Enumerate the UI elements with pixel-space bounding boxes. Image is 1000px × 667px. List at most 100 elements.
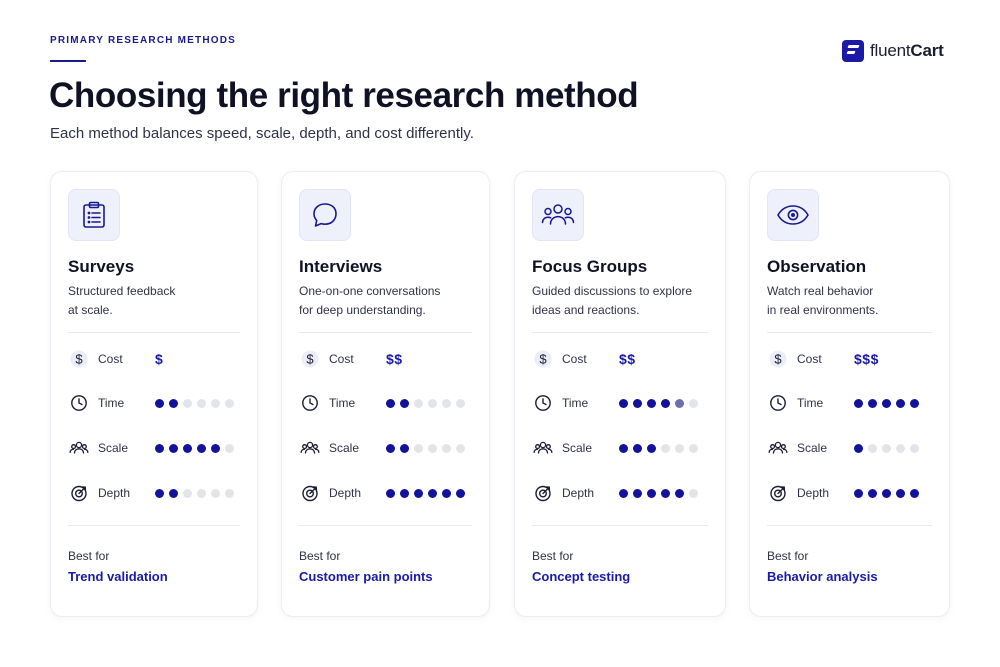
rating-dot-filled: [619, 443, 628, 453]
card-description-line: in real environments.: [767, 303, 879, 317]
metric-label: Scale: [329, 441, 360, 455]
best-for-label: Best for: [68, 549, 110, 563]
rating-dots: [155, 488, 234, 498]
metric-label: Depth: [562, 486, 595, 500]
svg-text:$: $: [539, 351, 547, 366]
rating-dot-filled: [868, 398, 877, 408]
best-for-label: Best for: [767, 549, 809, 563]
rating-dot-filled: [647, 488, 656, 498]
card-description-line: Watch real behavior: [767, 284, 874, 298]
rating-dots: [854, 443, 919, 453]
clipboard-icon: [68, 189, 120, 241]
divider: [299, 525, 472, 526]
rating-dot-filled: [661, 398, 670, 408]
rating-dots: [619, 443, 698, 453]
rating-dot-empty: [225, 488, 234, 498]
rating-dot-filled: [442, 488, 451, 498]
people-icon: [68, 437, 90, 459]
rating-dot-empty: [414, 443, 423, 453]
rating-dot-empty: [882, 443, 891, 453]
metric-label: Depth: [329, 486, 362, 500]
rating-dots: [619, 488, 698, 498]
brand-logo: fluentCart: [842, 40, 944, 62]
rating-dot-filled: [647, 443, 656, 453]
rating-dot-filled: [854, 443, 863, 453]
metric-label: Scale: [797, 441, 828, 455]
metric-label: Cost: [797, 352, 822, 366]
rating-dot-filled: [619, 398, 628, 408]
metric-scale: Scale: [767, 437, 919, 459]
rating-dot-filled: [386, 488, 395, 498]
rating-dot-empty: [675, 443, 684, 453]
clock-icon: [767, 392, 789, 414]
target-icon: [532, 482, 554, 504]
cost-value: $: [155, 351, 164, 367]
dollar-icon: $: [299, 348, 321, 370]
people-icon: [767, 437, 789, 459]
rating-dots: [619, 398, 698, 408]
rating-dot-filled: [854, 398, 863, 408]
rating-dot-empty: [910, 443, 919, 453]
rating-dot-filled: [647, 398, 656, 408]
rating-dot-empty: [414, 398, 423, 408]
rating-dot-filled: [169, 488, 178, 498]
divider: [532, 332, 708, 333]
rating-dot-filled: [197, 443, 206, 453]
rating-dots: [386, 488, 465, 498]
method-card-observation: Observation Watch real behavior in real …: [749, 171, 950, 617]
card-description: One-on-one conversations for deep unders…: [299, 282, 469, 320]
rating-dot-empty: [442, 443, 451, 453]
metric-scale: Scale: [299, 437, 465, 459]
metric-label: Time: [329, 396, 356, 410]
rating-dot-filled: [414, 488, 423, 498]
rating-dot-filled: [868, 488, 877, 498]
card-description-line: Structured feedback: [68, 284, 176, 298]
rating-dot-filled: [183, 443, 192, 453]
group-icon: [532, 189, 584, 241]
best-for-label: Best for: [532, 549, 574, 563]
rating-dot-filled: [400, 398, 409, 408]
rating-dots: [155, 398, 234, 408]
rating-dot-filled: [169, 398, 178, 408]
people-icon: [299, 437, 321, 459]
metric-label: Depth: [797, 486, 830, 500]
page-subtitle: Each method balances speed, scale, depth…: [50, 125, 474, 142]
metric-label: Scale: [98, 441, 129, 455]
metric-cost: $ Cost $$: [299, 348, 402, 370]
rating-dot-empty: [661, 443, 670, 453]
rating-dot-filled: [661, 488, 670, 498]
divider: [299, 332, 472, 333]
rating-dot-filled: [155, 443, 164, 453]
rating-dot-filled: [155, 398, 164, 408]
eye-icon: [767, 189, 819, 241]
rating-dot-empty: [689, 398, 698, 408]
card-title: Interviews: [299, 257, 383, 276]
target-icon: [299, 482, 321, 504]
rating-dot-empty: [689, 443, 698, 453]
metric-scale: Scale: [532, 437, 698, 459]
divider: [532, 525, 708, 526]
rating-dot-filled: [882, 398, 891, 408]
target-icon: [68, 482, 90, 504]
card-title: Observation: [767, 257, 867, 276]
rating-dot-empty: [183, 488, 192, 498]
rating-dot-filled: [169, 443, 178, 453]
fluentcart-logo-icon: [842, 40, 864, 62]
rating-dot-filled: [633, 488, 642, 498]
rating-dot-empty: [225, 443, 234, 453]
rating-dot-empty: [183, 398, 192, 408]
card-description-line: Guided discussions to explore: [532, 284, 693, 298]
cost-value: $$$: [854, 351, 879, 367]
rating-dots: [386, 443, 465, 453]
rating-dot-filled: [896, 488, 905, 498]
rating-dot-filled: [386, 443, 395, 453]
metric-label: Cost: [562, 352, 587, 366]
rating-dot-empty: [225, 398, 234, 408]
people-icon: [532, 437, 554, 459]
metric-label: Depth: [98, 486, 131, 500]
metric-depth: Depth: [767, 482, 919, 504]
card-description: Watch real behavior in real environments…: [767, 282, 937, 320]
svg-text:$: $: [306, 351, 314, 366]
metric-time: Time: [299, 392, 465, 414]
rating-dot-filled: [400, 488, 409, 498]
